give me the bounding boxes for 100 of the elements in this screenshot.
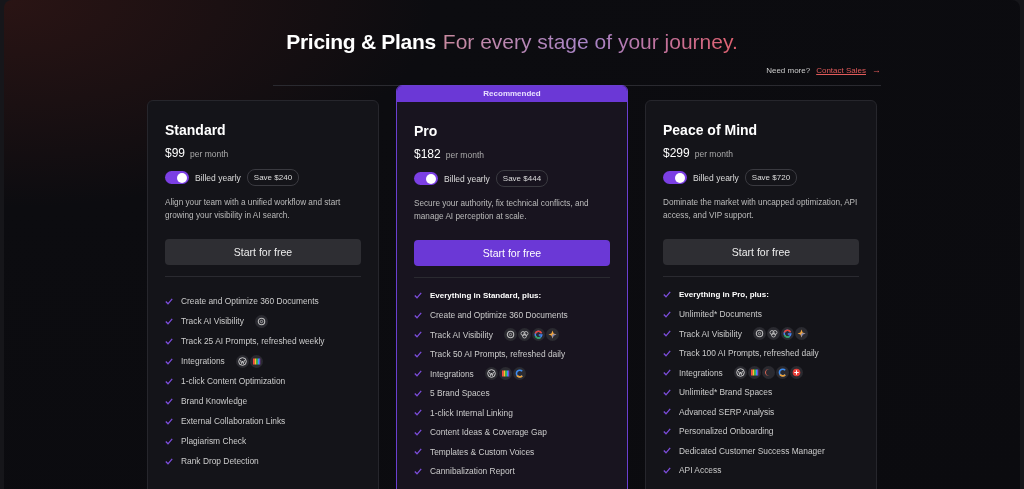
feature-text: Everything in Pro, plus: [679,290,769,300]
feature-text: Integrations [430,368,474,379]
knot-logo-icon [766,327,780,341]
contact-prompt: Need more? [766,65,811,75]
feature-text: Track 50 AI Prompts, refreshed daily [430,349,566,360]
feature-text: Create and Optimize 360 Documents [430,310,568,321]
rainbow-logo-icon [249,354,263,368]
check-icon [165,397,173,405]
start-button[interactable]: Start for free [165,239,361,265]
check-icon [165,437,173,445]
sparkle-logo-icon [794,327,808,341]
feature-text: Track AI Visibility [430,329,493,340]
billing-label: Billed yearly [693,172,739,183]
check-icon [663,388,671,396]
feature-text: Track 100 AI Prompts, refreshed daily [679,348,819,359]
check-icon [663,466,671,474]
feature-text: External Collaboration Links [181,416,286,426]
check-icon [663,330,671,338]
feature-text: Brand Knowledge [181,396,248,406]
check-icon [414,467,422,475]
feature-text: Track 25 AI Prompts, refreshed weekly [181,336,325,346]
feature-text: 1-click Content Optimization [181,376,286,386]
billing-toggle[interactable] [663,171,687,184]
g-logo-icon [780,327,794,341]
feature-text: 1-click Internal Linking [430,407,513,418]
feature-text: Rank Drop Detection [181,456,259,466]
plan-description: Align your team with a unified workflow and start growing your visibility in AI search. [165,197,342,222]
check-icon [414,370,422,378]
feature-text: 5 Brand Spaces [430,388,490,399]
plan-description: Dominate the market with uncapped optimization, API access, and VIP support. [663,197,859,222]
feature-text: Track AI Visibility [679,328,742,339]
feature-text: Track AI Visibility [181,316,244,326]
wordpress-logo-icon [733,366,747,380]
c-logo-icon [775,366,789,380]
feature-text: Advanced SERP Analysis [679,406,775,417]
feature-text: Unlimited* Documents [679,309,762,320]
wordpress-logo-icon [484,367,498,381]
burst-logo-icon [789,366,803,380]
feature-text: Content Ideas & Coverage Gap [430,427,547,438]
billing-label: Billed yearly [444,173,490,184]
plan-name: Standard [165,122,227,138]
check-icon [663,291,671,299]
feature-text: Dedicated Customer Success Manager [679,445,825,456]
check-icon [663,447,671,455]
knot-logo-icon [517,328,531,342]
check-icon [165,417,173,425]
plan-name: Peace of Mind [663,122,759,138]
check-icon [165,377,173,385]
feature-text: Personalized Onboarding [679,426,774,437]
check-icon [165,297,173,305]
check-icon [165,357,173,365]
feature-text: Plagiarism Check [181,436,247,446]
feature-text: Integrations [181,356,225,366]
price-period: per month [190,149,229,159]
spiral-logo-icon [254,314,268,328]
feature-text: Everything in Standard, plus: [430,291,542,301]
page-title: Pricing & Plans [286,30,436,54]
check-icon [663,349,671,357]
start-button[interactable]: Start for free [663,239,859,265]
check-icon [414,448,422,456]
recommended-badge: Recommended [397,86,627,102]
check-icon [414,350,422,358]
feature-text: Create and Optimize 360 Documents [181,296,319,306]
spiral-logo-icon [503,328,517,342]
feature-text: Integrations [679,367,723,378]
check-icon [165,337,173,345]
rainbow-logo-icon [498,367,512,381]
feature-text: Cannibalization Report [430,466,515,477]
check-icon [165,317,173,325]
price-period: per month [445,150,484,160]
start-button[interactable]: Start for free [414,240,610,266]
check-icon [663,369,671,377]
savings-badge: Save $444 [495,170,549,187]
c-logo-icon [512,367,526,381]
sparkle-logo-icon [545,328,559,342]
g-logo-icon [531,328,545,342]
savings-badge: Save $240 [246,169,300,186]
billing-label: Billed yearly [195,172,241,183]
rainbow-logo-icon [747,366,761,380]
plan-name: Pro [414,123,439,139]
feature-text: Templates & Custom Voices [430,446,535,457]
billing-toggle[interactable] [165,171,189,184]
check-icon [414,311,422,319]
check-icon [414,292,422,300]
plan-price: $99 [165,146,186,160]
crescent-logo-icon [761,366,775,380]
wordpress-logo-icon [235,354,249,368]
plan-price: $299 [663,146,690,160]
arrow-icon: → [872,65,881,75]
check-icon [414,331,422,339]
contact-sales-link[interactable]: Contact Sales [816,65,866,75]
billing-toggle[interactable] [414,172,438,185]
check-icon [414,409,422,417]
price-period: per month [694,149,733,159]
check-icon [663,408,671,416]
plan-price: $182 [414,147,441,161]
check-icon [663,427,671,435]
spiral-logo-icon [752,327,766,341]
feature-text: API Access [679,465,722,476]
check-icon [165,457,173,465]
